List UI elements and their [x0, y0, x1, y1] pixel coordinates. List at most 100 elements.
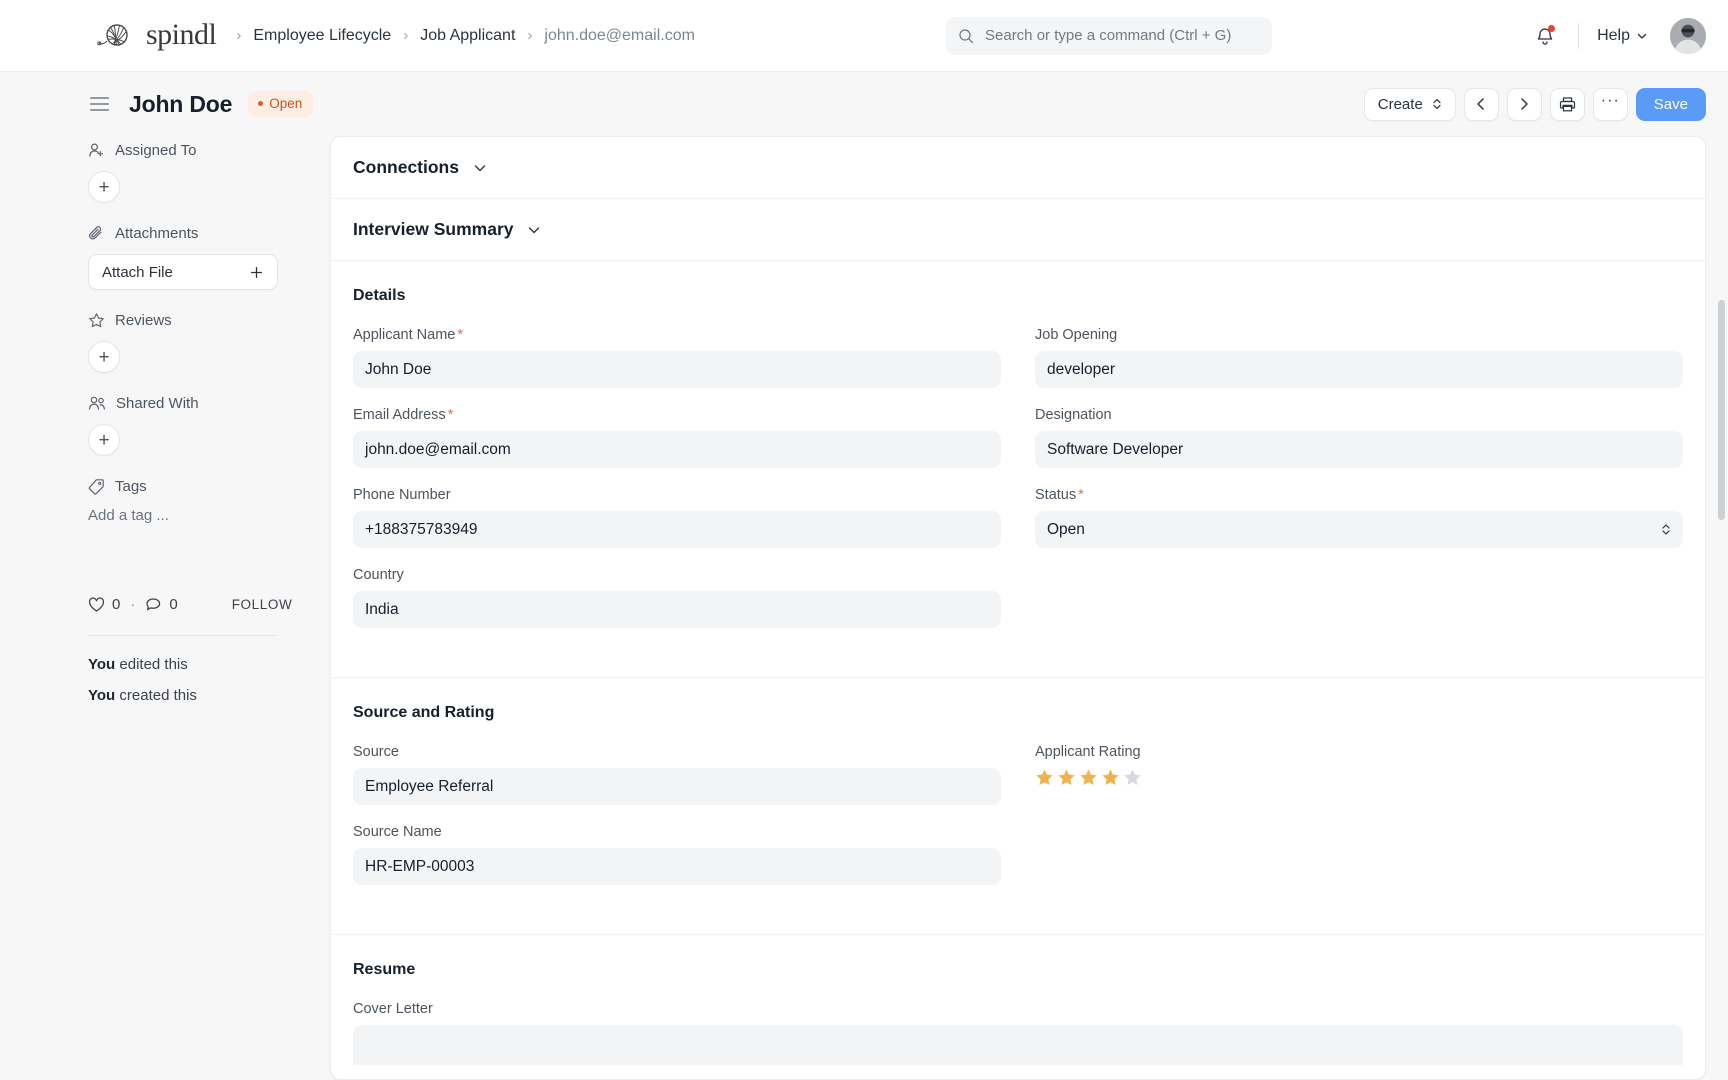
avatar[interactable] — [1670, 17, 1706, 54]
chevron-updown-icon — [1433, 99, 1441, 109]
star-empty-icon[interactable] — [1123, 768, 1142, 787]
status-dot-icon — [258, 101, 264, 106]
section-source-and-rating: Source and Rating Source Employee Referr… — [331, 678, 1705, 935]
field-status: Status * Open — [1035, 487, 1683, 548]
phone-number-label: Phone Number — [353, 487, 451, 503]
interview-summary-title: Interview Summary — [353, 219, 514, 239]
social-actions: 0 · 0 FOLLOW — [88, 596, 330, 613]
field-source-name: Source Name HR-EMP-00003 — [353, 824, 1001, 885]
source-label: Source — [353, 744, 399, 760]
status-select[interactable]: Open — [1035, 511, 1683, 548]
rating-spacer — [1035, 824, 1683, 904]
attachments-header: Attachments — [88, 225, 330, 242]
notifications-button[interactable] — [1526, 17, 1564, 55]
activity-text: edited this — [115, 656, 188, 673]
breadcrumb-item-employee-lifecycle[interactable]: Employee Lifecycle — [253, 27, 391, 45]
add-shared-user-button[interactable]: + — [88, 424, 120, 456]
sidebar-divider — [88, 635, 278, 636]
help-menu[interactable]: Help — [1593, 21, 1652, 51]
chevron-right-icon — [1521, 98, 1529, 110]
field-source: Source Employee Referral — [353, 744, 1001, 805]
star-filled-icon[interactable] — [1035, 768, 1054, 787]
comment-count: 0 — [169, 596, 178, 613]
more-options-button[interactable]: ··· — [1592, 87, 1628, 121]
source-name-input[interactable]: HR-EMP-00003 — [353, 848, 1001, 885]
activity-item-created: You created this — [88, 687, 330, 704]
section-connections[interactable]: Connections — [331, 137, 1705, 199]
source-rating-title: Source and Rating — [353, 704, 495, 721]
chevron-left-icon — [1477, 98, 1485, 110]
follow-button[interactable]: FOLLOW — [232, 597, 293, 612]
notification-badge-dot — [1548, 24, 1556, 32]
resume-title: Resume — [353, 961, 416, 978]
paperclip-icon — [89, 226, 102, 240]
main-content: Connections Interview Summary Details Ap… — [330, 136, 1728, 1080]
job-opening-input[interactable]: developer — [1035, 351, 1683, 388]
print-button[interactable] — [1549, 87, 1585, 121]
cover-letter-textarea[interactable] — [353, 1025, 1683, 1065]
status-badge[interactable]: Open — [248, 91, 314, 117]
shared-with-header: Shared With — [88, 395, 330, 412]
navbar-right-actions: Help — [1526, 17, 1706, 55]
star-filled-icon[interactable] — [1101, 768, 1120, 787]
attach-file-button[interactable]: Attach File — [88, 254, 278, 290]
source-input[interactable]: Employee Referral — [353, 768, 1001, 805]
vertical-scrollbar[interactable] — [1718, 300, 1725, 520]
breadcrumb: › Employee Lifecycle › Job Applicant › j… — [236, 27, 695, 45]
breadcrumb-item-job-applicant[interactable]: Job Applicant — [420, 27, 515, 45]
activity-actor: You — [88, 687, 116, 704]
applicant-name-input[interactable]: John Doe — [353, 351, 1001, 388]
chevron-down-icon — [474, 164, 486, 171]
search-input[interactable]: Search or type a command (Ctrl + G) — [946, 16, 1272, 55]
navbar-divider — [1578, 22, 1580, 49]
add-review-button[interactable]: + — [88, 341, 120, 373]
comment-icon — [146, 597, 161, 610]
add-tag-input[interactable]: Add a tag ... — [88, 507, 330, 524]
phone-number-input[interactable]: +188375783949 — [353, 511, 1001, 548]
app-logo[interactable]: spindl — [96, 19, 217, 52]
chevron-down-icon — [529, 226, 540, 233]
search-placeholder: Search or type a command (Ctrl + G) — [985, 27, 1232, 44]
add-assignee-button[interactable]: + — [88, 171, 120, 203]
help-label: Help — [1597, 26, 1630, 44]
field-designation: Designation Software Developer — [1035, 407, 1683, 468]
next-record-button[interactable] — [1506, 87, 1542, 121]
tags-header: Tags — [88, 478, 330, 495]
star-filled-icon[interactable] — [1079, 768, 1098, 787]
applicant-rating-stars[interactable] — [1035, 768, 1683, 787]
save-button[interactable]: Save — [1635, 87, 1706, 121]
label-text: Status — [1035, 487, 1077, 503]
designation-input[interactable]: Software Developer — [1035, 431, 1683, 468]
email-address-input[interactable]: john.doe@email.com — [353, 431, 1001, 468]
country-label: Country — [353, 567, 404, 583]
field-job-opening: Job Opening developer — [1035, 327, 1683, 388]
attachments-label: Attachments — [115, 225, 199, 242]
form-panel: Connections Interview Summary Details Ap… — [330, 136, 1706, 1080]
sidebar-toggle-button[interactable] — [90, 97, 109, 111]
previous-record-button[interactable] — [1463, 87, 1499, 121]
like-button[interactable]: 0 — [88, 596, 120, 613]
section-interview-summary[interactable]: Interview Summary — [331, 199, 1705, 261]
breadcrumb-separator: › — [236, 27, 242, 44]
star-filled-icon[interactable] — [1057, 768, 1076, 787]
label-text: Applicant Name — [353, 327, 456, 343]
email-address-label: Email Address * — [353, 407, 1001, 423]
field-cover-letter: Cover Letter — [353, 1001, 1683, 1065]
tags-label: Tags — [115, 478, 147, 495]
field-phone-number: Phone Number +188375783949 — [353, 487, 1001, 548]
chevron-updown-icon — [1662, 524, 1670, 535]
heart-icon — [88, 596, 105, 612]
social-separator: · — [130, 596, 136, 613]
create-button[interactable]: Create — [1363, 87, 1456, 121]
required-marker: * — [447, 407, 454, 423]
printer-icon — [1559, 96, 1575, 111]
country-input[interactable]: India — [353, 591, 1001, 628]
sidebar-section-tags: Tags Add a tag ... — [88, 478, 330, 524]
comment-button[interactable]: 0 — [145, 596, 178, 613]
details-grid: Applicant Name * John Doe Job Opening dev… — [353, 327, 1683, 647]
breadcrumb-separator: › — [403, 27, 409, 44]
field-applicant-name: Applicant Name * John Doe — [353, 327, 1001, 388]
sidebar-section-assigned-to: Assigned To + — [88, 142, 330, 203]
section-details: Details Applicant Name * John Doe Job Ope… — [331, 261, 1705, 678]
breadcrumb-item-current[interactable]: john.doe@email.com — [544, 27, 695, 45]
